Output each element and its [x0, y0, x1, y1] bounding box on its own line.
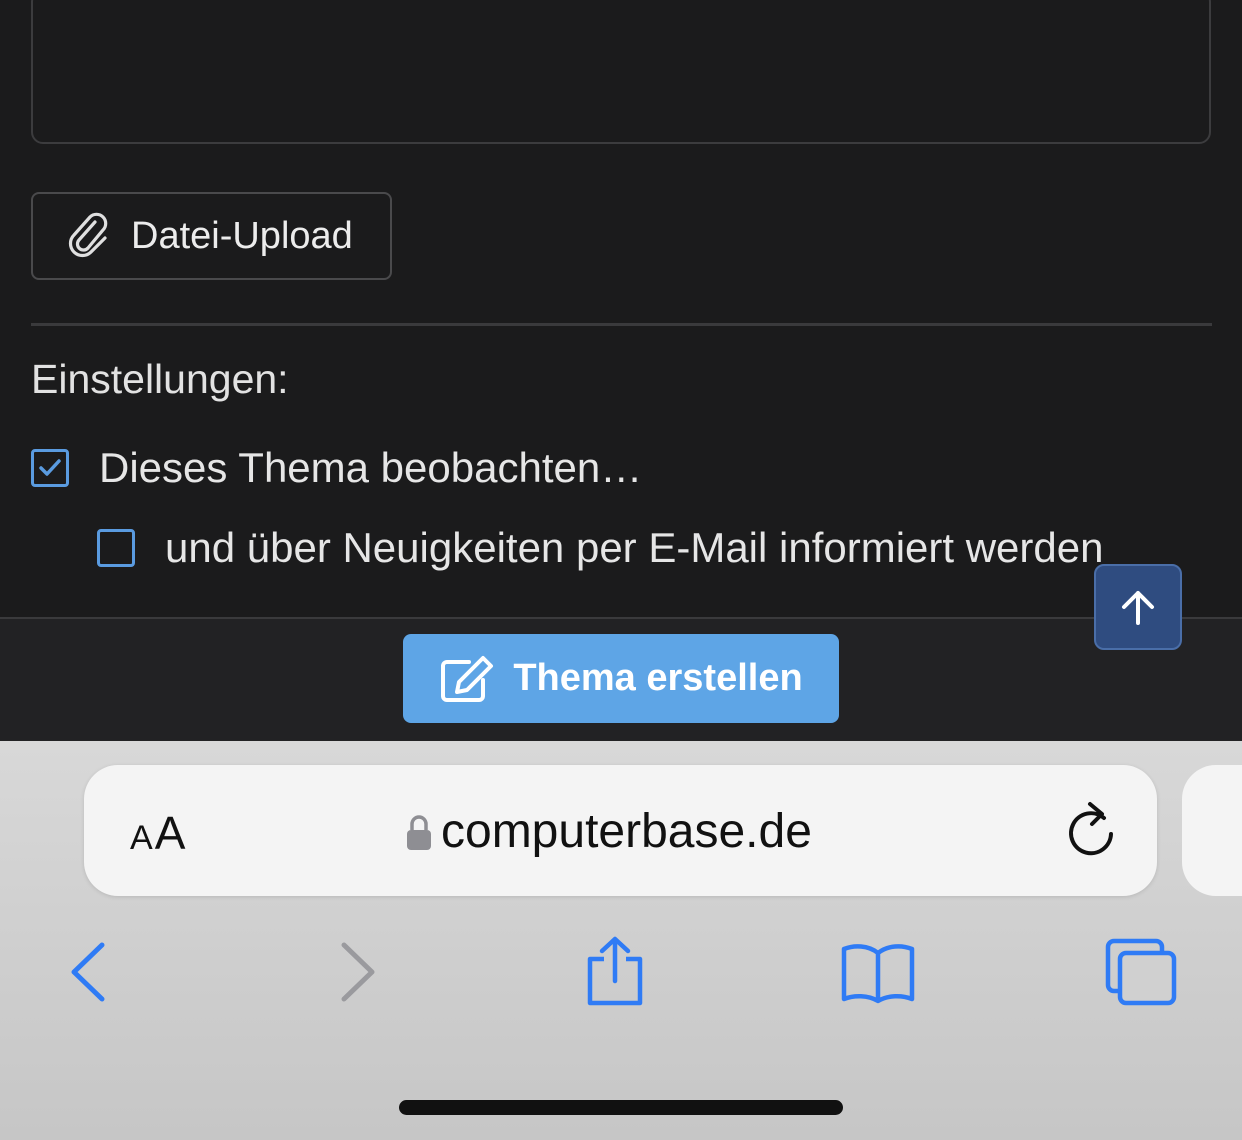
reload-icon[interactable] [1064, 800, 1120, 862]
aa-small-letter: A [130, 819, 153, 857]
file-upload-label: Datei-Upload [131, 214, 353, 257]
email-notify-label: und über Neuigkeiten per E-Mail informie… [165, 524, 1104, 571]
url-display[interactable]: computerbase.de [405, 804, 812, 859]
email-notify-option[interactable]: und über Neuigkeiten per E-Mail informie… [97, 524, 1103, 572]
url-text: computerbase.de [441, 805, 812, 858]
scroll-to-top-button[interactable] [1094, 564, 1182, 650]
home-indicator [399, 1100, 843, 1115]
email-notify-checkbox[interactable] [97, 529, 135, 567]
chevron-right-icon[interactable] [334, 935, 382, 1009]
next-tab-preview[interactable] [1182, 765, 1242, 896]
reader-options-button[interactable]: A A [130, 806, 185, 860]
checkmark-icon [39, 459, 61, 476]
watch-thread-option[interactable]: Dieses Thema beobachten… [31, 444, 642, 492]
create-thread-button[interactable]: Thema erstellen [403, 634, 839, 723]
divider [31, 323, 1212, 326]
create-thread-label: Thema erstellen [513, 657, 803, 699]
book-icon[interactable] [838, 935, 918, 1009]
share-icon[interactable] [580, 935, 650, 1009]
file-upload-button[interactable]: Datei-Upload [31, 192, 392, 280]
arrow-up-icon [1122, 591, 1154, 625]
settings-title: Einstellungen: [31, 356, 289, 402]
chevron-left-icon[interactable] [64, 935, 112, 1009]
paperclip-icon [68, 212, 108, 258]
watch-thread-checkbox[interactable] [31, 449, 69, 487]
aa-large-letter: A [154, 807, 186, 859]
edit-icon [441, 655, 494, 702]
tabs-icon[interactable] [1100, 935, 1180, 1009]
watch-thread-label: Dieses Thema beobachten… [99, 444, 643, 491]
lock-icon [407, 814, 431, 850]
message-editor[interactable] [31, 0, 1211, 144]
